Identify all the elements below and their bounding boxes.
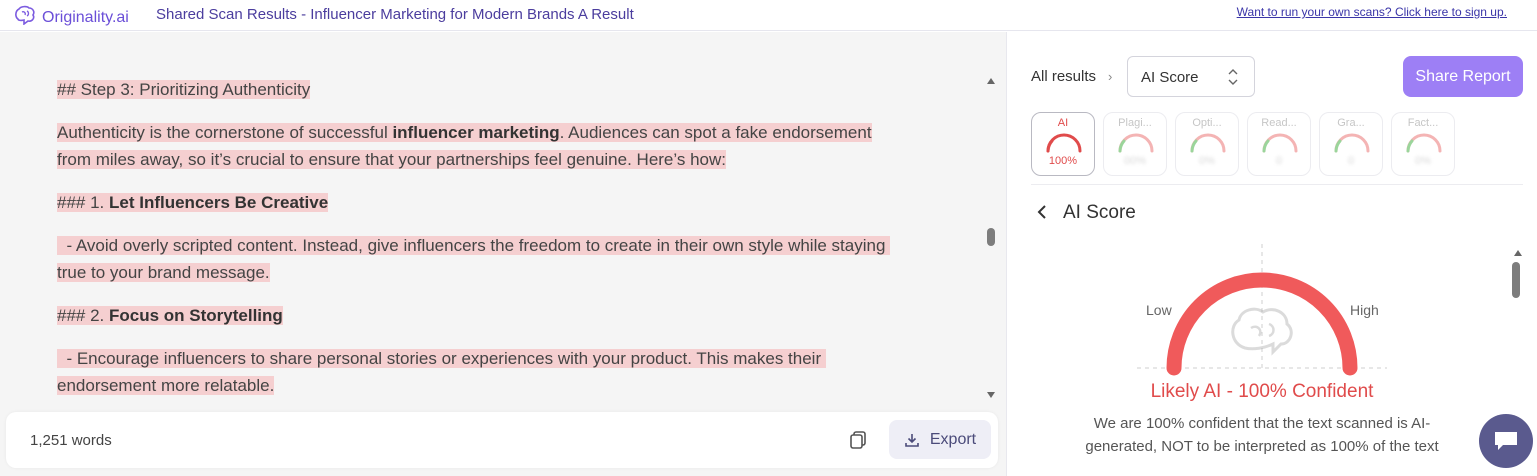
score-tab-value: 00% [1123, 155, 1147, 167]
page-title: Shared Scan Results - Influencer Marketi… [156, 6, 634, 23]
paragraph: - Encourage influencers to share persona… [57, 345, 887, 399]
scrollbar-thumb[interactable] [1512, 262, 1520, 298]
chat-icon [1495, 432, 1517, 450]
select-value: AI Score [1141, 69, 1199, 86]
brand[interactable]: Originality.ai [14, 5, 129, 30]
score-tab-value: 0% [1199, 155, 1215, 167]
scroll-down-arrow-icon[interactable] [986, 390, 996, 400]
text-run: ### 2. [57, 306, 109, 325]
score-tab[interactable]: Opti... 0% [1175, 112, 1239, 176]
highlighted-text: Authenticity is the cornerstone of succe… [57, 123, 872, 169]
copy-icon[interactable] [848, 430, 868, 450]
score-tab-value: 100% [1048, 155, 1078, 167]
score-tab[interactable]: Plagi... 00% [1103, 112, 1167, 176]
document-pane: ## Step 3: Prioritizing Authenticity Aut… [0, 32, 1006, 476]
score-tab[interactable]: AI 100% [1031, 112, 1095, 176]
score-tab-label: Fact... [1407, 117, 1439, 129]
score-tabs: AI 100% Plagi... 00% Opti... 0% Read... 0 Gra...… [1031, 112, 1455, 176]
paragraph: ## Step 3: Prioritizing Authenticity [57, 76, 887, 103]
paragraph: ### 1. Let Influencers Be Creative [57, 189, 887, 216]
highlighted-text: - Encourage influencers to share persona… [57, 349, 826, 395]
document-footer: 1,251 words Export [6, 412, 998, 468]
mini-gauge-icon [1406, 133, 1442, 153]
bold-text: influencer marketing [392, 123, 560, 142]
highlighted-text: ### 1. Let Influencers Be Creative [57, 193, 329, 212]
scrollbar-thumb[interactable] [987, 228, 995, 246]
paragraph: ### 2. Focus on Storytelling [57, 302, 887, 329]
mini-gauge-icon [1190, 133, 1226, 153]
results-pane: All results › AI Score Share Report AI 10… [1007, 32, 1537, 476]
ai-score-gauge [1137, 244, 1387, 376]
back-chevron-icon[interactable] [1037, 205, 1047, 219]
brain-watermark-icon [1231, 307, 1293, 356]
score-tab-value: 0 [1275, 155, 1283, 167]
mini-gauge-icon [1262, 133, 1298, 153]
scroll-up-arrow-icon[interactable] [986, 76, 996, 86]
brand-name: Originality.ai [42, 8, 129, 26]
result-type-select[interactable]: AI Score [1127, 56, 1255, 97]
verdict-text: Likely AI - 100% Confident [1150, 381, 1374, 402]
score-tab-label: Plagi... [1118, 117, 1152, 129]
score-tab[interactable]: Fact... 0% [1391, 112, 1455, 176]
bold-text: Focus on Storytelling [109, 306, 283, 325]
breadcrumb-chevron-icon: › [1108, 69, 1113, 84]
share-report-button[interactable]: Share Report [1403, 56, 1523, 97]
mini-gauge-icon [1334, 133, 1370, 153]
download-icon [905, 433, 919, 447]
highlighted-text: ## Step 3: Prioritizing Authenticity [57, 80, 311, 99]
mini-gauge-icon [1046, 133, 1082, 153]
score-tab-label: Gra... [1337, 117, 1365, 129]
breadcrumb-all-results[interactable]: All results [1031, 68, 1096, 85]
section-divider [1031, 184, 1523, 185]
paragraph: - Avoid overly scripted content. Instead… [57, 232, 891, 286]
scroll-up-arrow-icon[interactable] [1513, 248, 1523, 258]
text-run: Authenticity is the cornerstone of succe… [57, 123, 393, 142]
mini-gauge-icon [1118, 133, 1154, 153]
verdict-description: We are 100% confident that the text scan… [1085, 415, 1439, 455]
export-label: Export [929, 430, 977, 448]
document-content: ## Step 3: Prioritizing Authenticity Aut… [57, 76, 891, 415]
text-run: ### 1. [57, 193, 109, 212]
score-tab[interactable]: Read... 0 [1247, 112, 1311, 176]
score-tab-label: AI [1057, 117, 1069, 129]
bold-text: Let Influencers Be Creative [109, 193, 329, 212]
score-tab-value: 0 [1347, 155, 1355, 167]
score-tab-label: Opti... [1192, 117, 1222, 129]
score-tab-value: 0% [1415, 155, 1431, 167]
highlighted-text: - Avoid overly scripted content. Instead… [57, 236, 891, 282]
brain-logo-icon [14, 5, 36, 30]
score-tab-label: Read... [1261, 117, 1297, 129]
paragraph: Authenticity is the cornerstone of succe… [57, 119, 887, 173]
score-title: AI Score [1063, 202, 1136, 223]
up-down-chevron-icon [1228, 69, 1238, 85]
signup-link[interactable]: Want to run your own scans? Click here t… [1237, 5, 1507, 19]
score-tab[interactable]: Gra... 0 [1319, 112, 1383, 176]
word-count: 1,251 words [30, 432, 112, 449]
chat-widget-button[interactable] [1479, 414, 1533, 468]
export-button[interactable]: Export [889, 420, 991, 459]
highlighted-text: ### 2. Focus on Storytelling [57, 306, 283, 325]
top-bar: Originality.ai Shared Scan Results - Inf… [0, 0, 1537, 31]
